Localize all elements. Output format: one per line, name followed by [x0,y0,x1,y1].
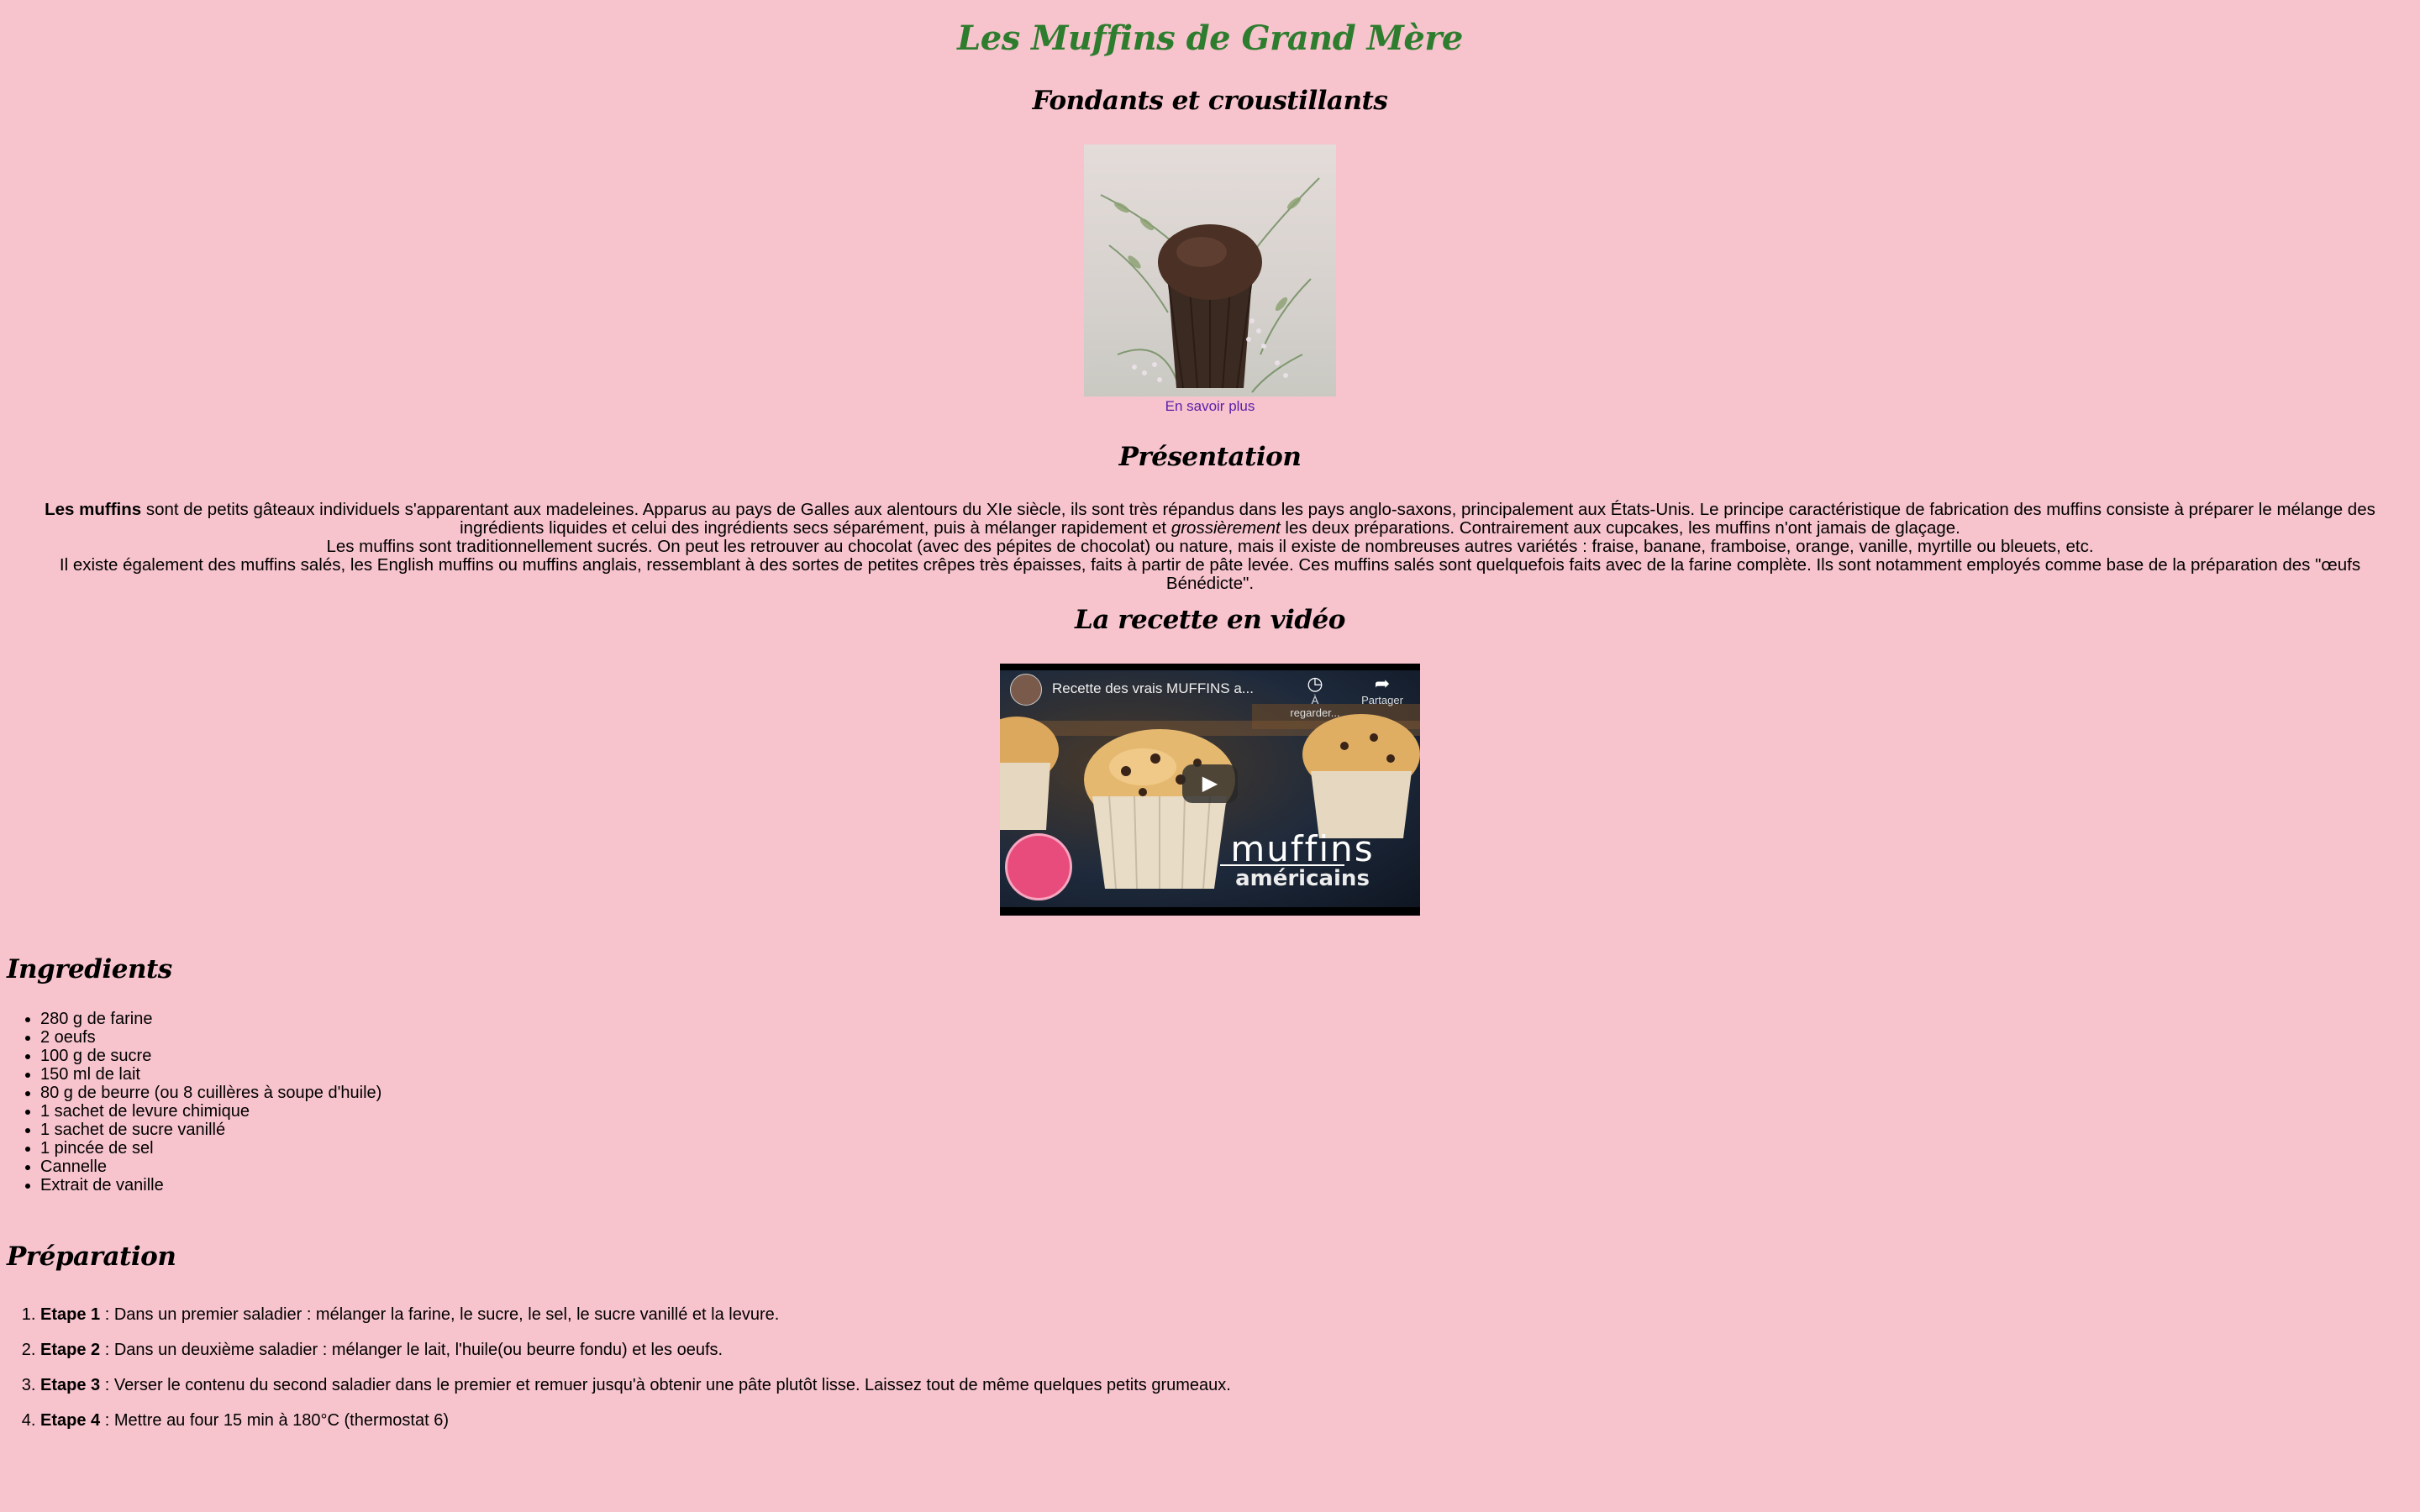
presentation-heading: Présentation [1118,442,1302,472]
step-text: : Dans un premier saladier : mélanger la… [100,1305,780,1324]
brand-muffins-text: muffins [1230,828,1375,869]
step-text: : Mettre au four 15 min à 180°C (thermos… [100,1411,449,1430]
preparation-step: Etape 3 : Verser le contenu du second sa… [40,1376,1231,1394]
step-text: : Verser le contenu du second saladier d… [100,1376,1231,1394]
brand-americains-text: américains [1235,866,1370,891]
channel-logo-badge [1005,833,1072,900]
preparation-heading: Préparation [7,1242,176,1272]
channel-avatar[interactable] [1010,674,1042,706]
muffin-illustration [1100,177,1320,393]
ingredient-item: 1 pincée de sel [40,1139,381,1158]
muffin-photo [1084,144,1336,396]
presentation-paragraph-3: Il existe également des muffins salés, l… [59,555,2361,593]
play-icon: ▶ [1202,772,1218,795]
ingredients-heading: Ingredients [7,954,172,984]
ingredients-list: 280 g de farine 2 oeufs 100 g de sucre 1… [0,1010,381,1194]
play-button[interactable]: ▶ [1182,764,1238,803]
ingredient-item: 2 oeufs [40,1028,381,1047]
ingredient-item: Cannelle [40,1158,381,1176]
ingredient-item: 80 g de beurre (ou 8 cuillères à soupe d… [40,1084,381,1102]
video-heading: La recette en vidéo [1075,605,1345,635]
ingredient-item: 150 ml de lait [40,1065,381,1084]
presentation-text: Les muffins sont de petits gâteaux indiv… [17,501,2403,593]
video-player[interactable]: Recette des vrais MUFFINS a... ◷ À regar… [1000,664,1420,916]
preparation-step: Etape 2 : Dans un deuxième saladier : mé… [40,1341,1231,1359]
presentation-paragraph-1: Les muffins sont de petits gâteaux indiv… [17,501,2403,538]
step-label: Etape 4 [40,1411,101,1430]
grossierement-italic: grossièrement [1171,518,1281,538]
learn-more-link[interactable]: En savoir plus [0,398,2420,415]
watch-later-button[interactable]: ◷ À regarder... [1286,673,1344,720]
step-label: Etape 1 [40,1305,101,1324]
preparation-step: Etape 4 : Mettre au four 15 min à 180°C … [40,1411,1231,1430]
ingredient-item: 1 sachet de sucre vanillé [40,1121,381,1139]
video-brand-text: muffins américains [1218,828,1386,891]
clock-icon: ◷ [1307,673,1323,694]
ingredient-item: 280 g de farine [40,1010,381,1028]
presentation-paragraph-2: Les muffins sont traditionnellement sucr… [326,537,2094,556]
share-button[interactable]: ➦ Partager [1353,673,1412,707]
ingredient-item: Extrait de vanille [40,1176,381,1194]
share-label: Partager [1361,694,1403,706]
watch-later-label: À regarder... [1290,694,1340,719]
step-label: Etape 3 [40,1376,101,1394]
muffins-bold-term: Les muffins [45,500,142,519]
page-title: Les Muffins de Grand Mère [957,18,1463,58]
presentation-p1-part-b: les deux préparations. Contrairement aux… [1280,518,1960,538]
ingredient-item: 1 sachet de levure chimique [40,1102,381,1121]
step-label: Etape 2 [40,1341,101,1359]
preparation-step: Etape 1 : Dans un premier saladier : mél… [40,1305,1231,1324]
step-text: : Dans un deuxième saladier : mélanger l… [100,1341,723,1359]
ingredient-item: 100 g de sucre [40,1047,381,1065]
share-icon: ➦ [1374,673,1391,694]
video-title[interactable]: Recette des vrais MUFFINS a... [1052,680,1254,697]
preparation-steps: Etape 1 : Dans un premier saladier : mél… [0,1305,1231,1446]
page-subtitle: Fondants et croustillants [1032,86,1388,116]
